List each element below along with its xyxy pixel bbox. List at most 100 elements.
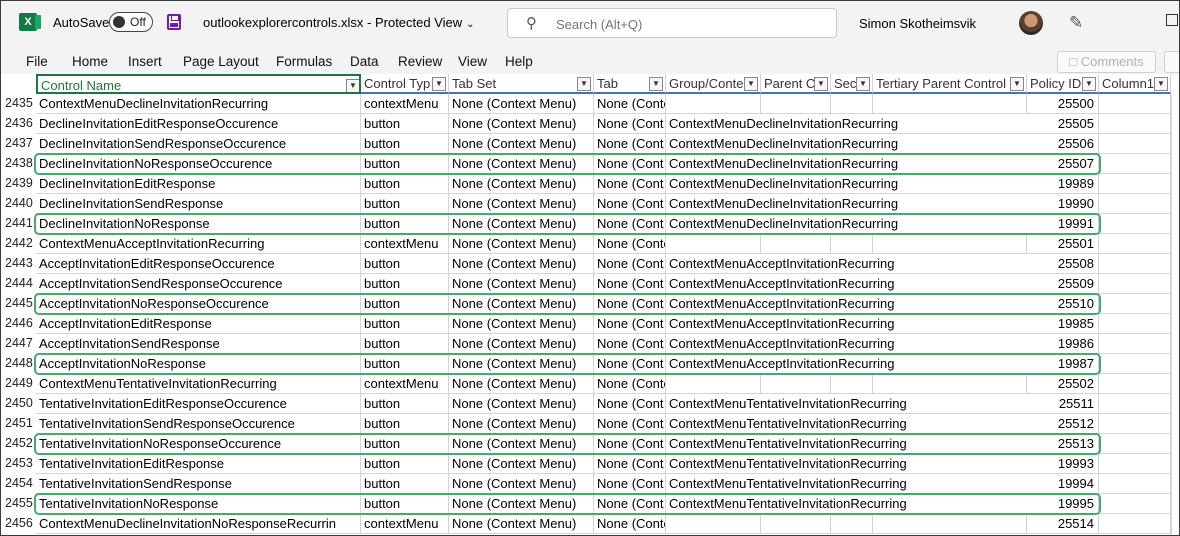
- cell-empty[interactable]: [1099, 494, 1171, 514]
- cell-name[interactable]: DeclineInvitationEditResponseOccurence: [36, 114, 361, 134]
- row-number[interactable]: 2445: [1, 294, 35, 314]
- tab-help[interactable]: Help: [505, 54, 533, 69]
- cell-tab[interactable]: None (Cont: [594, 474, 666, 494]
- header-column1[interactable]: Column1 ▼: [1099, 74, 1171, 94]
- cell-type[interactable]: contextMenu: [361, 514, 449, 534]
- cell-empty[interactable]: [761, 94, 831, 114]
- cell-group[interactable]: ContextMenuAcceptInvitationRecurring: [666, 334, 1046, 354]
- cell-tabset[interactable]: None (Context Menu): [449, 114, 594, 134]
- row-number[interactable]: 2438: [1, 154, 35, 174]
- row-number[interactable]: 2453: [1, 454, 35, 474]
- row-number[interactable]: 2450: [1, 394, 35, 414]
- cell-type[interactable]: contextMenu: [361, 94, 449, 114]
- row-number[interactable]: 2454: [1, 474, 35, 494]
- header-control-type[interactable]: Control Typ ▼: [361, 74, 449, 94]
- cell-empty[interactable]: [761, 514, 831, 534]
- cell-name[interactable]: AcceptInvitationSendResponse: [36, 334, 361, 354]
- row-number[interactable]: 2435: [1, 94, 35, 114]
- cell-empty[interactable]: [873, 234, 1027, 254]
- cell-tab[interactable]: None (Cont: [594, 454, 666, 474]
- cell-name[interactable]: ContextMenuTentativeInvitationRecurring: [36, 374, 361, 394]
- cell-empty[interactable]: [873, 514, 1027, 534]
- cell-tab[interactable]: None (Cont: [594, 394, 666, 414]
- cell-tab[interactable]: None (Cont: [594, 134, 666, 154]
- cell-policy[interactable]: 25500: [1027, 94, 1099, 114]
- cell-empty[interactable]: [1099, 434, 1171, 454]
- filter-dropdown-icon[interactable]: ▼: [744, 77, 758, 91]
- cell-type[interactable]: contextMenu: [361, 234, 449, 254]
- comments-button[interactable]: □ Comments: [1057, 51, 1156, 73]
- cell-tab[interactable]: None (Context Menu): [594, 374, 666, 394]
- cell-empty[interactable]: [1099, 114, 1171, 134]
- cell-name[interactable]: AcceptInvitationEditResponseOccurence: [36, 254, 361, 274]
- filter-dropdown-icon[interactable]: ▼: [1010, 77, 1024, 91]
- cell-policy[interactable]: 25501: [1027, 234, 1099, 254]
- cell-tab[interactable]: None (Cont: [594, 114, 666, 134]
- cell-group[interactable]: [666, 234, 761, 254]
- row-number[interactable]: 2456: [1, 514, 35, 534]
- row-number[interactable]: 2442: [1, 234, 35, 254]
- cell-type[interactable]: contextMenu: [361, 374, 449, 394]
- cell-tabset[interactable]: None (Context Menu): [449, 94, 594, 114]
- cell-group[interactable]: ContextMenuAcceptInvitationRecurring: [666, 314, 1046, 334]
- cell-group[interactable]: ContextMenuDeclineInvitationRecurring: [666, 114, 1046, 134]
- cell-empty[interactable]: [1099, 294, 1171, 314]
- cell-empty[interactable]: [831, 514, 873, 534]
- designer-pen-icon[interactable]: ✎: [1069, 13, 1083, 33]
- cell-type[interactable]: button: [361, 394, 449, 414]
- cell-empty[interactable]: [761, 374, 831, 394]
- cell-tab[interactable]: None (Cont: [594, 314, 666, 334]
- row-number[interactable]: 2455: [1, 494, 35, 514]
- cell-policy[interactable]: 25502: [1027, 374, 1099, 394]
- cell-type[interactable]: button: [361, 114, 449, 134]
- cell-empty[interactable]: [1099, 94, 1171, 114]
- cell-type[interactable]: button: [361, 414, 449, 434]
- cell-tabset[interactable]: None (Context Menu): [449, 274, 594, 294]
- tab-home[interactable]: Home: [72, 54, 108, 69]
- cell-name[interactable]: ContextMenuAcceptInvitationRecurring: [36, 234, 361, 254]
- cell-group[interactable]: ContextMenuDeclineInvitationRecurring: [666, 174, 1046, 194]
- cell-empty[interactable]: [1099, 454, 1171, 474]
- row-number[interactable]: 2439: [1, 174, 35, 194]
- cell-empty[interactable]: [1099, 514, 1171, 534]
- row-number[interactable]: 2446: [1, 314, 35, 334]
- cell-group[interactable]: ContextMenuTentativeInvitationRecurring: [666, 454, 1046, 474]
- cell-tabset[interactable]: None (Context Menu): [449, 174, 594, 194]
- cell-group[interactable]: ContextMenuTentativeInvitationRecurring: [666, 414, 1046, 434]
- header-tab-set[interactable]: Tab Set ▼: [449, 74, 594, 94]
- tab-view[interactable]: View: [458, 54, 487, 69]
- row-number[interactable]: 2444: [1, 274, 35, 294]
- cell-tabset[interactable]: None (Context Menu): [449, 314, 594, 334]
- row-number[interactable]: 2436: [1, 114, 35, 134]
- restore-window-icon[interactable]: [1166, 14, 1178, 26]
- cell-type[interactable]: button: [361, 134, 449, 154]
- cell-empty[interactable]: [831, 234, 873, 254]
- cell-empty[interactable]: [1099, 334, 1171, 354]
- cell-type[interactable]: button: [361, 334, 449, 354]
- cell-name[interactable]: DeclineInvitationSendResponseOccurence: [36, 134, 361, 154]
- cell-tabset[interactable]: None (Context Menu): [449, 514, 594, 534]
- cell-tabset[interactable]: None (Context Menu): [449, 394, 594, 414]
- cell-tabset[interactable]: None (Context Menu): [449, 134, 594, 154]
- filter-dropdown-icon[interactable]: ▼: [1154, 77, 1168, 91]
- cell-tab[interactable]: None (Context Menu): [594, 234, 666, 254]
- cell-tab[interactable]: None (Cont: [594, 174, 666, 194]
- cell-empty[interactable]: [831, 94, 873, 114]
- cell-tab[interactable]: None (Cont: [594, 414, 666, 434]
- filter-dropdown-icon[interactable]: ▼: [649, 77, 663, 91]
- cell-tab[interactable]: None (Cont: [594, 334, 666, 354]
- cell-empty[interactable]: [1099, 154, 1171, 174]
- cell-tabset[interactable]: None (Context Menu): [449, 374, 594, 394]
- cell-tab[interactable]: None (Cont: [594, 274, 666, 294]
- cell-tabset[interactable]: None (Context Menu): [449, 234, 594, 254]
- cell-empty[interactable]: [1099, 194, 1171, 214]
- cell-tabset[interactable]: None (Context Menu): [449, 254, 594, 274]
- cell-tab[interactable]: None (Context Menu): [594, 94, 666, 114]
- row-number[interactable]: 2449: [1, 374, 35, 394]
- filter-dropdown-icon[interactable]: ▼: [1082, 77, 1096, 91]
- filter-dropdown-icon[interactable]: ▼: [856, 77, 870, 91]
- cell-name[interactable]: AcceptInvitationEditResponse: [36, 314, 361, 334]
- document-title[interactable]: outlookexplorercontrols.xlsx - Protected…: [203, 15, 475, 30]
- cell-type[interactable]: button: [361, 254, 449, 274]
- cell-name[interactable]: ContextMenuDeclineInvitationRecurring: [36, 94, 361, 114]
